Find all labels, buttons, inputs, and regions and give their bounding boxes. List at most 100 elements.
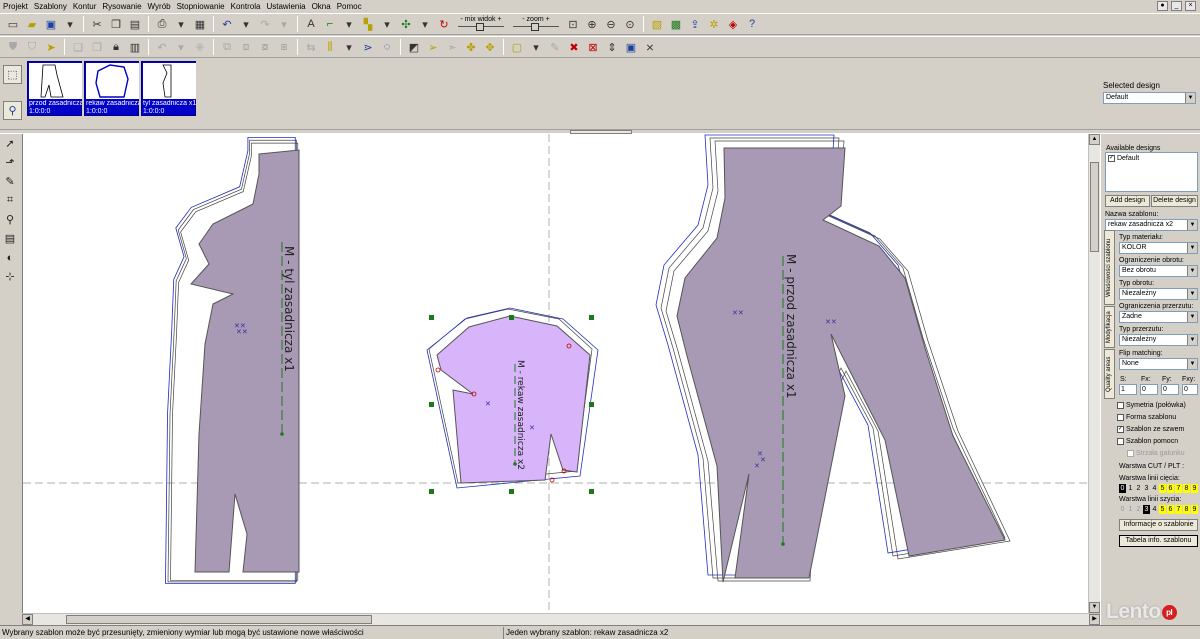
angle-icon[interactable]: ⌐ xyxy=(321,15,339,33)
pattern-thumb-tyl[interactable]: tyl zasadnicza x1 1:0:0:0 xyxy=(141,61,196,116)
zoom-out-icon[interactable]: ⊖ xyxy=(602,15,620,33)
zoom-slider[interactable] xyxy=(513,23,559,32)
colors-icon[interactable]: ◈ xyxy=(724,15,742,33)
open-folder-icon[interactable]: ▰ xyxy=(23,15,41,33)
move-points-icon[interactable]: ➤ xyxy=(42,38,60,56)
export-icon[interactable]: ⇪ xyxy=(686,15,704,33)
node-edit-icon[interactable]: ⬏ xyxy=(0,153,20,172)
layer-selector-szycia[interactable]: 0 1 2 3 4 5 6 7 8 9 xyxy=(1119,505,1198,514)
scroll-left-icon[interactable]: ◀ xyxy=(22,614,33,625)
notch-dropdown-icon[interactable]: ▾ xyxy=(340,38,358,56)
design-checkbox[interactable]: ✓ xyxy=(1108,154,1115,162)
zoom-window-icon[interactable]: ⊙ xyxy=(621,15,639,33)
rectangle-icon[interactable]: ▢ xyxy=(508,38,526,56)
pattern-tool-icon[interactable]: ▤ xyxy=(0,229,20,248)
grade-up-icon[interactable]: ⛊ xyxy=(4,38,22,56)
measure-points-icon[interactable]: ⊹ xyxy=(0,267,20,286)
vertical-scrollbar[interactable]: ▲ ▼ xyxy=(1088,134,1100,613)
ungroup-icon[interactable]: ⧆ xyxy=(275,38,293,56)
grading-icon[interactable]: ◐ xyxy=(0,248,20,267)
checkbox-box[interactable] xyxy=(1117,413,1124,421)
typ-przerzutu-select[interactable]: Niezależny ▼ xyxy=(1119,334,1198,346)
save-icon[interactable]: ▣ xyxy=(42,15,60,33)
zoom-fit-icon[interactable]: ⊡ xyxy=(564,15,582,33)
notch-icon[interactable]: ⫼ xyxy=(321,38,339,56)
menu-stopniowanie[interactable]: Stopniowanie xyxy=(174,0,228,13)
mirror-icon[interactable]: ⧉ xyxy=(218,38,236,56)
zoom-in-icon[interactable]: ⊕ xyxy=(583,15,601,33)
undo-pattern-icon[interactable]: ↶ xyxy=(153,38,171,56)
redo-dropdown-icon[interactable]: ▾ xyxy=(275,15,293,33)
pen-icon[interactable]: ✎ xyxy=(0,172,20,191)
checkbox-box[interactable] xyxy=(1117,401,1124,409)
grade-down-icon[interactable]: ⛉ xyxy=(23,38,41,56)
print-dropdown-icon[interactable]: ▾ xyxy=(172,15,190,33)
align-icon[interactable]: ⧈ xyxy=(237,38,255,56)
s-input[interactable]: 1 xyxy=(1119,384,1137,395)
new-file-icon[interactable]: ▭ xyxy=(4,15,22,33)
edit-pattern-icon[interactable]: ✎ xyxy=(546,38,564,56)
menu-rysowanie[interactable]: Rysowanie xyxy=(99,0,144,13)
forma-szablonu-checkbox[interactable]: Forma szablonu xyxy=(1117,413,1176,422)
design-item[interactable]: ✓ Default xyxy=(1106,153,1197,164)
undo-pattern-dropdown-icon[interactable]: ▾ xyxy=(172,38,190,56)
fxy-input[interactable]: 0 xyxy=(1182,384,1198,395)
menu-okna[interactable]: Okna xyxy=(309,0,334,13)
copy-icon[interactable]: ❐ xyxy=(107,15,125,33)
horizontal-scroll-thumb[interactable] xyxy=(66,615,372,624)
image-icon[interactable]: ◩ xyxy=(405,38,423,56)
plot-icon[interactable]: ▦ xyxy=(191,15,209,33)
ruler-icon[interactable]: ⌗ xyxy=(0,191,20,210)
scroll-up-icon[interactable]: ▲ xyxy=(1089,134,1100,145)
checkbox-box[interactable]: ✓ xyxy=(1117,425,1124,433)
pattern-piece-rekaw[interactable]: M - rekaw zasadnicza x2 ✕ ✕ xyxy=(426,307,599,494)
mix-view-slider[interactable] xyxy=(458,23,504,32)
redo-icon[interactable]: ↷ xyxy=(256,15,274,33)
snap-dropdown-icon[interactable]: ▾ xyxy=(416,15,434,33)
cut-icon[interactable]: ✂ xyxy=(88,15,106,33)
tabela-info-button[interactable]: Tabela info. szablonu xyxy=(1119,535,1198,547)
select-pattern-icon[interactable]: ▚ xyxy=(359,15,377,33)
drawing-canvas[interactable]: ✕✕ ✕✕ M - tyl zasadnicza x1 M - rekaw za… xyxy=(22,134,1088,613)
ograniczenie-obrotu-select[interactable]: Bez obrotu ▼ xyxy=(1119,265,1198,277)
fy-input[interactable]: 0 xyxy=(1161,384,1179,395)
arrange-icon[interactable]: ⇆ xyxy=(302,38,320,56)
split-icon[interactable]: ✤ xyxy=(462,38,480,56)
search-icon[interactable]: ⚲ xyxy=(3,101,22,120)
snap-icon[interactable]: ✣ xyxy=(397,15,415,33)
menu-kontur[interactable]: Kontur xyxy=(70,0,100,13)
pattern-move-icon[interactable]: ➢ xyxy=(424,38,442,56)
menu-pomoc[interactable]: Pomoc xyxy=(334,0,365,13)
undo-dropdown-icon[interactable]: ▾ xyxy=(237,15,255,33)
horizontal-scrollbar[interactable]: ◀ ▶ xyxy=(22,613,1100,625)
typ-materialu-select[interactable]: KOLOR ▼ xyxy=(1119,242,1198,254)
layer-selector-ciecia[interactable]: 0 1 2 3 4 5 6 7 8 9 xyxy=(1119,484,1198,493)
menu-kontrola[interactable]: Kontrola xyxy=(228,0,264,13)
copy-pattern-icon[interactable]: ❐ xyxy=(88,38,106,56)
symetria-checkbox[interactable]: Symetria (połówka) xyxy=(1117,401,1186,410)
group-icon[interactable]: ⧇ xyxy=(256,38,274,56)
menu-wyrob[interactable]: Wyrób xyxy=(145,0,174,13)
size-icon[interactable]: ⨯ xyxy=(641,38,659,56)
screen-icon[interactable]: ▣ xyxy=(622,38,640,56)
text-icon[interactable]: A xyxy=(302,15,320,33)
checkbox-box[interactable] xyxy=(1117,437,1124,445)
angle-dropdown-icon[interactable]: ▾ xyxy=(340,15,358,33)
add-design-button[interactable]: Add design xyxy=(1105,195,1150,207)
settings-icon[interactable]: ✲ xyxy=(705,15,723,33)
close-icon[interactable]: × xyxy=(1185,1,1196,11)
pointer-icon[interactable]: ➚ xyxy=(0,134,20,153)
measure-icon[interactable]: ⇕ xyxy=(603,38,621,56)
pattern-copy-move-icon[interactable]: ➣ xyxy=(443,38,461,56)
minimize-icon[interactable]: _ xyxy=(1171,1,1182,11)
scroll-down-icon[interactable]: ▼ xyxy=(1089,602,1100,613)
delete-points-icon[interactable]: ⊠ xyxy=(584,38,602,56)
cut-line-icon[interactable]: ✥ xyxy=(481,38,499,56)
marker-icon[interactable]: ▩ xyxy=(667,15,685,33)
tab-quality-areas[interactable]: Quality areas xyxy=(1104,349,1115,399)
info-szablonu-button[interactable]: Informacje o szablonie xyxy=(1119,519,1198,531)
ograniczenia-przerzutu-select[interactable]: Żadne ▼ xyxy=(1119,311,1198,323)
menu-projekt[interactable]: Projekt xyxy=(0,0,31,13)
pattern-piece-tyl[interactable]: ✕✕ ✕✕ M - tyl zasadnicza x1 xyxy=(165,136,300,584)
nazwa-szablonu-select[interactable]: rekaw zasadnicza x2 ▼ xyxy=(1105,219,1198,231)
